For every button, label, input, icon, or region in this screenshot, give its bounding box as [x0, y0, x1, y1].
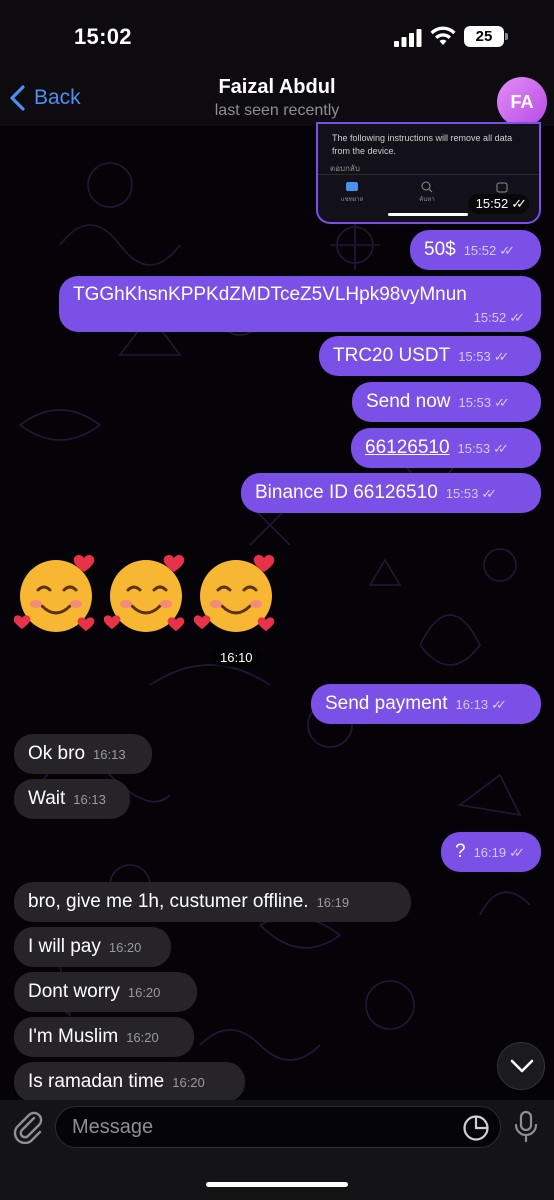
read-check-icon: ✓✓ — [509, 845, 525, 860]
read-check-icon: ✓✓ — [481, 486, 497, 501]
smiling-face-with-hearts-icon — [14, 555, 95, 632]
message-text: Ok bro — [28, 743, 86, 764]
message-time: 15:53 — [457, 441, 491, 456]
outgoing-message[interactable]: 66126510 15:53 ✓✓ — [351, 428, 541, 468]
status-time: 15:02 — [74, 24, 132, 49]
message-text: Binance ID 66126510 — [255, 482, 438, 503]
image-tab-label: ค้นหา — [419, 197, 435, 203]
mic-icon[interactable] — [512, 1110, 540, 1144]
outgoing-message[interactable]: TGGhKhsnKPPKdZMDTceZ5VLHpk98vyMnun 15:52… — [59, 276, 541, 332]
phone-screen: 15:02 25 Back Faizal Abdul last seen rec… — [0, 0, 554, 1200]
message-text: 50$ — [424, 239, 456, 260]
emoji-time: 16:10 — [212, 648, 261, 667]
status-bar: 15:02 25 — [0, 0, 554, 70]
message-text: Is ramadan time — [28, 1071, 165, 1092]
image-tab-label: แชทยาส — [340, 197, 364, 203]
home-indicator — [206, 1182, 348, 1187]
message-text: Send payment — [325, 693, 448, 714]
smiling-face-with-hearts-icon — [194, 555, 275, 632]
calendar-icon — [496, 182, 508, 193]
battery-cap — [505, 33, 508, 40]
smiling-face-with-hearts-icon — [104, 555, 185, 632]
message-text: Dont worry — [28, 981, 120, 1002]
incoming-message[interactable]: Is ramadan time 16:20 — [14, 1062, 245, 1102]
read-check-icon: ✓✓ — [494, 395, 510, 410]
scroll-to-bottom-button[interactable] — [497, 1042, 545, 1090]
incoming-message[interactable]: I will pay 16:20 — [14, 927, 171, 967]
outgoing-message[interactable]: 50$ 15:52 ✓✓ — [410, 230, 541, 270]
sticker-icon[interactable] — [462, 1114, 490, 1142]
message-text: I will pay — [28, 936, 101, 957]
read-check-icon: ✓✓ — [493, 441, 509, 456]
message-link[interactable]: 66126510 — [365, 437, 450, 458]
contact-name[interactable]: Faizal Abdul — [0, 76, 554, 99]
message-time: 16:20 — [127, 985, 161, 1000]
message-time: 15:53 — [458, 395, 492, 410]
incoming-message[interactable]: I'm Muslim 16:20 — [14, 1017, 194, 1057]
outgoing-message[interactable]: ? 16:19 ✓✓ — [441, 832, 541, 872]
message-text: I'm Muslim — [28, 1026, 119, 1047]
message-time: 15:53 — [458, 349, 491, 364]
message-text: bro, give me 1h, custumer offline. — [28, 891, 309, 912]
incoming-message[interactable]: Ok bro 16:13 — [14, 734, 152, 774]
read-check-icon: ✓✓ — [493, 349, 510, 364]
incoming-message[interactable]: Wait 16:13 — [14, 779, 130, 819]
chat-header: Back Faizal Abdul last seen recently FA — [0, 70, 554, 127]
read-check-icon: ✓✓ — [509, 310, 525, 325]
image-home-indicator — [388, 213, 468, 216]
screenshot-image: The following instructions will remove a… — [318, 124, 539, 222]
outgoing-message[interactable]: TRC20 USDT 15:53 ✓✓ — [319, 336, 541, 376]
message-time: 15:52 — [463, 243, 497, 258]
search-icon — [421, 181, 433, 193]
outgoing-message[interactable]: Send now 15:53 ✓✓ — [352, 382, 541, 422]
message-time: 15:53 — [445, 486, 479, 501]
emoji-message[interactable] — [14, 548, 284, 638]
chat-messages[interactable]: The following instructions will remove a… — [0, 122, 554, 1102]
chevron-down-icon — [510, 1059, 534, 1073]
image-divider — [318, 174, 539, 175]
image-time: 15:52 ✓✓ — [467, 194, 529, 214]
message-time: 16:20 — [126, 1030, 159, 1045]
incoming-message[interactable]: Dont worry 16:20 — [14, 972, 197, 1012]
signal-icon — [394, 29, 422, 47]
message-text: TRC20 USDT — [333, 345, 451, 366]
image-text: The following instructions will remove a… — [332, 133, 513, 156]
image-message[interactable]: The following instructions will remove a… — [316, 122, 541, 224]
outgoing-message[interactable]: Send payment 16:13 ✓✓ — [311, 684, 541, 724]
message-time: 16:13 — [455, 697, 489, 712]
read-check-icon: ✓✓ — [491, 697, 507, 712]
attach-icon[interactable] — [10, 1108, 44, 1144]
battery-indicator: 25 — [464, 26, 504, 47]
message-time: 16:19 — [316, 895, 350, 910]
message-text: Send now — [366, 391, 451, 412]
message-text: Wait — [28, 788, 66, 809]
message-time: 16:13 — [73, 792, 106, 807]
read-check-icon: ✓✓ — [499, 243, 515, 258]
incoming-message[interactable]: bro, give me 1h, custumer offline. 16:19 — [14, 882, 411, 922]
message-text: TGGhKhsnKPPKdZMDTceZ5VLHpk98vyMnun — [73, 284, 467, 305]
contact-status: last seen recently — [214, 102, 340, 119]
outgoing-message[interactable]: Binance ID 66126510 15:53 ✓✓ — [241, 473, 541, 513]
chat-icon — [346, 182, 358, 191]
message-input[interactable] — [55, 1106, 501, 1148]
message-time: 16:20 — [172, 1075, 205, 1090]
message-time: 15:52 — [473, 310, 507, 325]
message-time: 16:19 — [473, 845, 507, 860]
message-time: 16:20 — [108, 940, 142, 955]
message-time: 16:13 — [93, 747, 126, 762]
message-text: ? — [455, 841, 466, 862]
avatar[interactable]: FA — [497, 77, 547, 127]
wifi-icon — [430, 26, 456, 45]
message-composer — [0, 1100, 554, 1200]
